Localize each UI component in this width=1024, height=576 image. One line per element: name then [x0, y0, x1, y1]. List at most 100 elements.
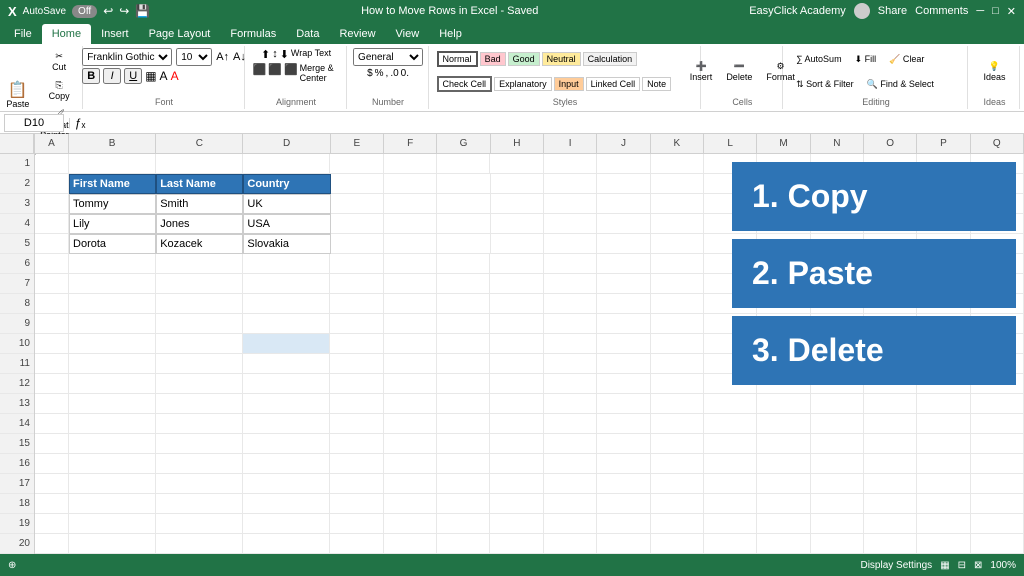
- ideas-button[interactable]: 💡 Ideas: [978, 58, 1010, 85]
- row-16[interactable]: 16: [0, 454, 34, 474]
- page-break-icon[interactable]: ⊠: [974, 560, 982, 571]
- cell-H3[interactable]: [491, 194, 544, 214]
- cell-K4[interactable]: [651, 214, 704, 234]
- cell-A3[interactable]: [35, 194, 69, 214]
- cell-G4[interactable]: [437, 214, 490, 234]
- col-header-K[interactable]: K: [651, 134, 704, 153]
- comma-icon[interactable]: ,: [386, 68, 389, 79]
- cell-J1[interactable]: [597, 154, 650, 174]
- row-5[interactable]: 5: [0, 234, 34, 254]
- row-13[interactable]: 13: [0, 394, 34, 414]
- row-4[interactable]: 4: [0, 214, 34, 234]
- row-18[interactable]: 18: [0, 494, 34, 514]
- cell-E3[interactable]: [331, 194, 384, 214]
- cell-I2[interactable]: [544, 174, 597, 194]
- row-9[interactable]: 9: [0, 314, 34, 334]
- style-calculation[interactable]: Calculation: [583, 52, 638, 66]
- cell-C4[interactable]: Jones: [156, 214, 243, 234]
- align-middle-icon[interactable]: ↕: [272, 48, 278, 61]
- align-right-icon[interactable]: ⬛: [284, 63, 298, 83]
- merge-center-button[interactable]: Merge & Center: [300, 63, 340, 83]
- col-header-Q[interactable]: Q: [971, 134, 1024, 153]
- col-header-A[interactable]: A: [35, 134, 69, 153]
- border-icon[interactable]: ▦: [145, 69, 156, 83]
- style-check-cell[interactable]: Check Cell: [437, 76, 493, 92]
- underline-button[interactable]: U: [124, 68, 142, 84]
- col-header-E[interactable]: E: [331, 134, 384, 153]
- cell-G2[interactable]: [437, 174, 490, 194]
- col-header-J[interactable]: J: [597, 134, 650, 153]
- cell-B1[interactable]: [69, 154, 156, 174]
- cell-A2[interactable]: [35, 174, 69, 194]
- page-layout-icon[interactable]: ⊟: [958, 560, 966, 571]
- align-left-icon[interactable]: ⬛: [253, 63, 267, 83]
- cell-F1[interactable]: [384, 154, 437, 174]
- style-linked-cell[interactable]: Linked Cell: [586, 77, 641, 91]
- restore-icon[interactable]: □: [992, 5, 999, 17]
- cell-D4[interactable]: USA: [243, 214, 330, 234]
- col-header-C[interactable]: C: [156, 134, 243, 153]
- col-header-D[interactable]: D: [243, 134, 330, 153]
- cell-I1[interactable]: [544, 154, 597, 174]
- increase-font-icon[interactable]: A↑: [216, 51, 229, 63]
- col-header-O[interactable]: O: [864, 134, 917, 153]
- cell-A4[interactable]: [35, 214, 69, 234]
- style-input[interactable]: Input: [554, 77, 584, 91]
- decrease-font-icon[interactable]: A↓: [233, 51, 246, 63]
- cell-B4[interactable]: Lily: [69, 214, 156, 234]
- profile-icon[interactable]: [854, 3, 870, 19]
- tab-data[interactable]: Data: [286, 24, 329, 44]
- cell-I5[interactable]: [544, 234, 597, 254]
- cell-E4[interactable]: [331, 214, 384, 234]
- cell-C3[interactable]: Smith: [156, 194, 243, 214]
- fill-color-icon[interactable]: A: [160, 69, 168, 83]
- cell-F2[interactable]: [384, 174, 437, 194]
- row-6[interactable]: 6: [0, 254, 34, 274]
- cell-B5[interactable]: Dorota: [69, 234, 156, 254]
- cell-C2[interactable]: Last Name: [156, 174, 243, 194]
- cell-E2[interactable]: [331, 174, 384, 194]
- row-17[interactable]: 17: [0, 474, 34, 494]
- minimize-icon[interactable]: ─: [976, 5, 984, 17]
- font-family-select[interactable]: Franklin Gothic M: [82, 48, 172, 66]
- cell-D5[interactable]: Slovakia: [243, 234, 330, 254]
- share-button[interactable]: Share: [878, 5, 907, 17]
- normal-view-icon[interactable]: ▦: [940, 560, 949, 571]
- display-settings-label[interactable]: Display Settings: [860, 560, 932, 571]
- row-12[interactable]: 12: [0, 374, 34, 394]
- autosave-toggle[interactable]: Off: [72, 5, 97, 18]
- cell-E5[interactable]: [331, 234, 384, 254]
- style-good[interactable]: Good: [508, 52, 540, 66]
- tab-review[interactable]: Review: [329, 24, 385, 44]
- number-format-select[interactable]: General: [353, 48, 423, 66]
- col-header-H[interactable]: H: [491, 134, 544, 153]
- cell-K3[interactable]: [651, 194, 704, 214]
- cell-A5[interactable]: [35, 234, 69, 254]
- increase-decimal-icon[interactable]: .0: [390, 68, 398, 79]
- cell-J2[interactable]: [597, 174, 650, 194]
- row-15[interactable]: 15: [0, 434, 34, 454]
- cell-K2[interactable]: [651, 174, 704, 194]
- cell-F5[interactable]: [384, 234, 437, 254]
- cell-E1[interactable]: [330, 154, 383, 174]
- tab-insert[interactable]: Insert: [91, 24, 139, 44]
- cell-K1[interactable]: [651, 154, 704, 174]
- fill-button[interactable]: ⬇ Fill: [850, 51, 882, 68]
- sort-filter-button[interactable]: ⇅ Sort & Filter: [791, 76, 859, 93]
- find-select-button[interactable]: 🔍 Find & Select: [862, 76, 939, 93]
- align-bottom-icon[interactable]: ⬇: [280, 48, 289, 61]
- italic-button[interactable]: I: [103, 68, 121, 84]
- cell-H1[interactable]: [490, 154, 543, 174]
- bold-button[interactable]: B: [82, 68, 100, 84]
- row-10[interactable]: 10: [0, 334, 34, 354]
- insert-button[interactable]: ➕ Insert: [685, 58, 718, 85]
- cell-B3[interactable]: Tommy: [69, 194, 156, 214]
- redo-icon[interactable]: ↪: [119, 4, 129, 18]
- row-8[interactable]: 8: [0, 294, 34, 314]
- cell-F4[interactable]: [384, 214, 437, 234]
- cell-G5[interactable]: [437, 234, 490, 254]
- paste-button[interactable]: 📋 Paste: [3, 80, 34, 112]
- tab-help[interactable]: Help: [429, 24, 472, 44]
- style-normal[interactable]: Normal: [437, 51, 478, 67]
- clear-button[interactable]: 🧹 Clear: [884, 51, 929, 68]
